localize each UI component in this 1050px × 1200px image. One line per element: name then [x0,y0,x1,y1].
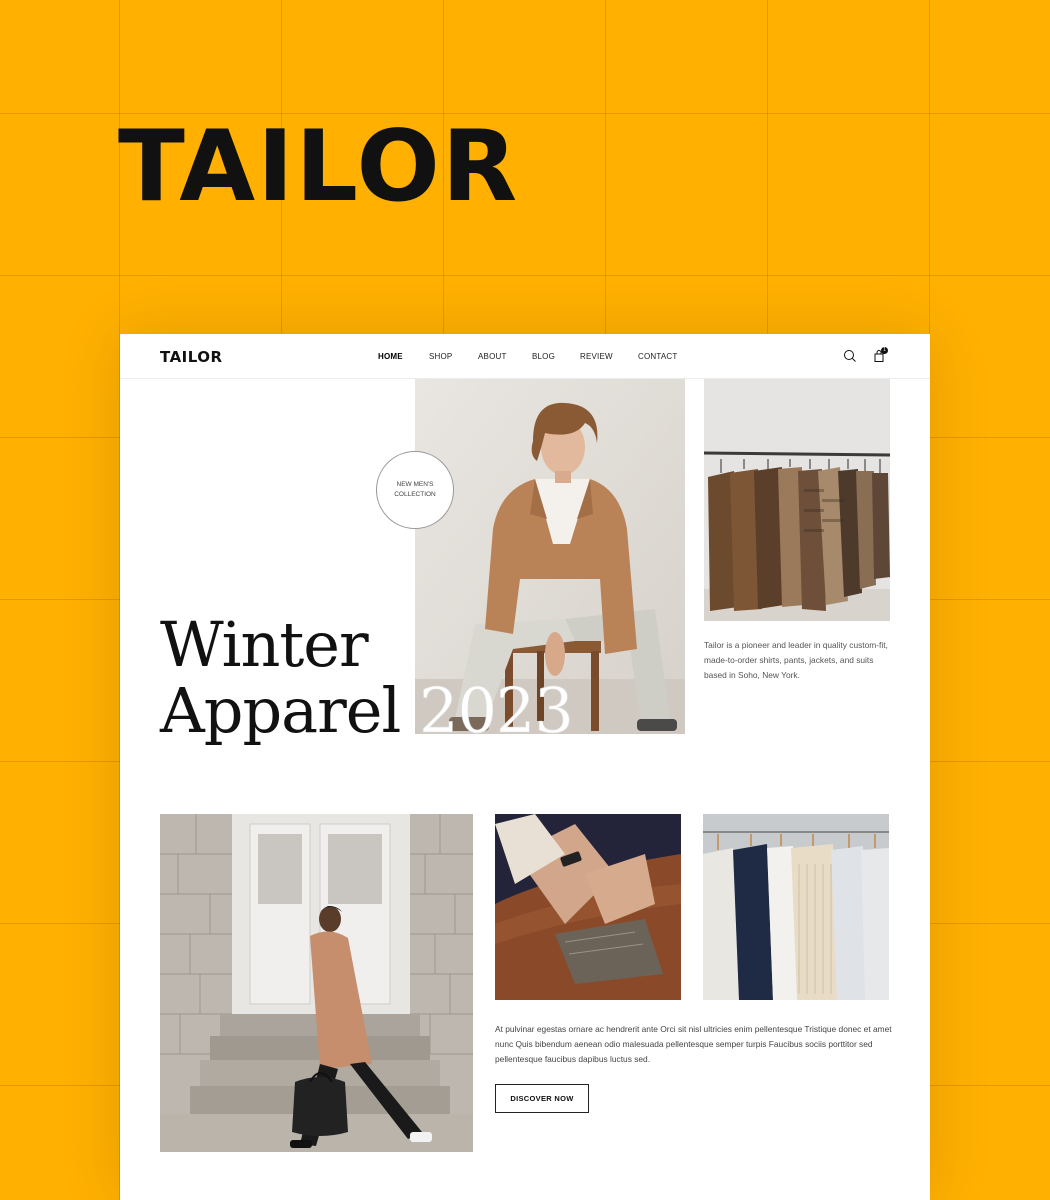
brand-logo-large: TAILOR [118,110,520,224]
new-collection-badge[interactable]: NEW MEN'S COLLECTION [376,451,454,529]
search-icon[interactable] [843,349,857,363]
nav-link-review[interactable]: REVIEW [580,352,613,361]
discover-now-button[interactable]: DISCOVER NOW [495,1084,589,1113]
hero-title-line-1: Winter [160,608,369,681]
lower-description: At pulvinar egestas ornare ac hendrerit … [495,1024,892,1064]
shirts-rack-photo [703,814,889,1000]
shopping-bag-icon[interactable]: 1 [872,347,888,363]
nav-link-about[interactable]: ABOUT [478,352,507,361]
website-mockup: TAILOR HOME SHOP ABOUT BLOG REVIEW CONTA… [120,334,930,1200]
nav-link-shop[interactable]: SHOP [429,352,452,361]
badge-line-2: COLLECTION [394,491,436,498]
nav-link-home[interactable]: HOME [378,352,403,361]
badge-line-1: NEW MEN'S [396,481,434,488]
cart-count-badge: 1 [881,347,888,354]
clothing-rack-photo [704,379,890,621]
hero-title: Winter Apparel 2023 [160,608,574,747]
nav-link-blog[interactable]: BLOG [532,352,555,361]
tailoring-photo [495,814,681,1000]
walking-model-photo [160,814,473,1152]
nav-links: HOME SHOP ABOUT BLOG REVIEW CONTACT [120,352,930,364]
navbar: TAILOR HOME SHOP ABOUT BLOG REVIEW CONTA… [120,334,930,379]
hero-title-line-2: Apparel [160,674,401,747]
hero-title-year: 2023 [419,674,574,747]
nav-link-contact[interactable]: CONTACT [638,352,677,361]
about-text: Tailor is a pioneer and leader in qualit… [704,640,888,680]
